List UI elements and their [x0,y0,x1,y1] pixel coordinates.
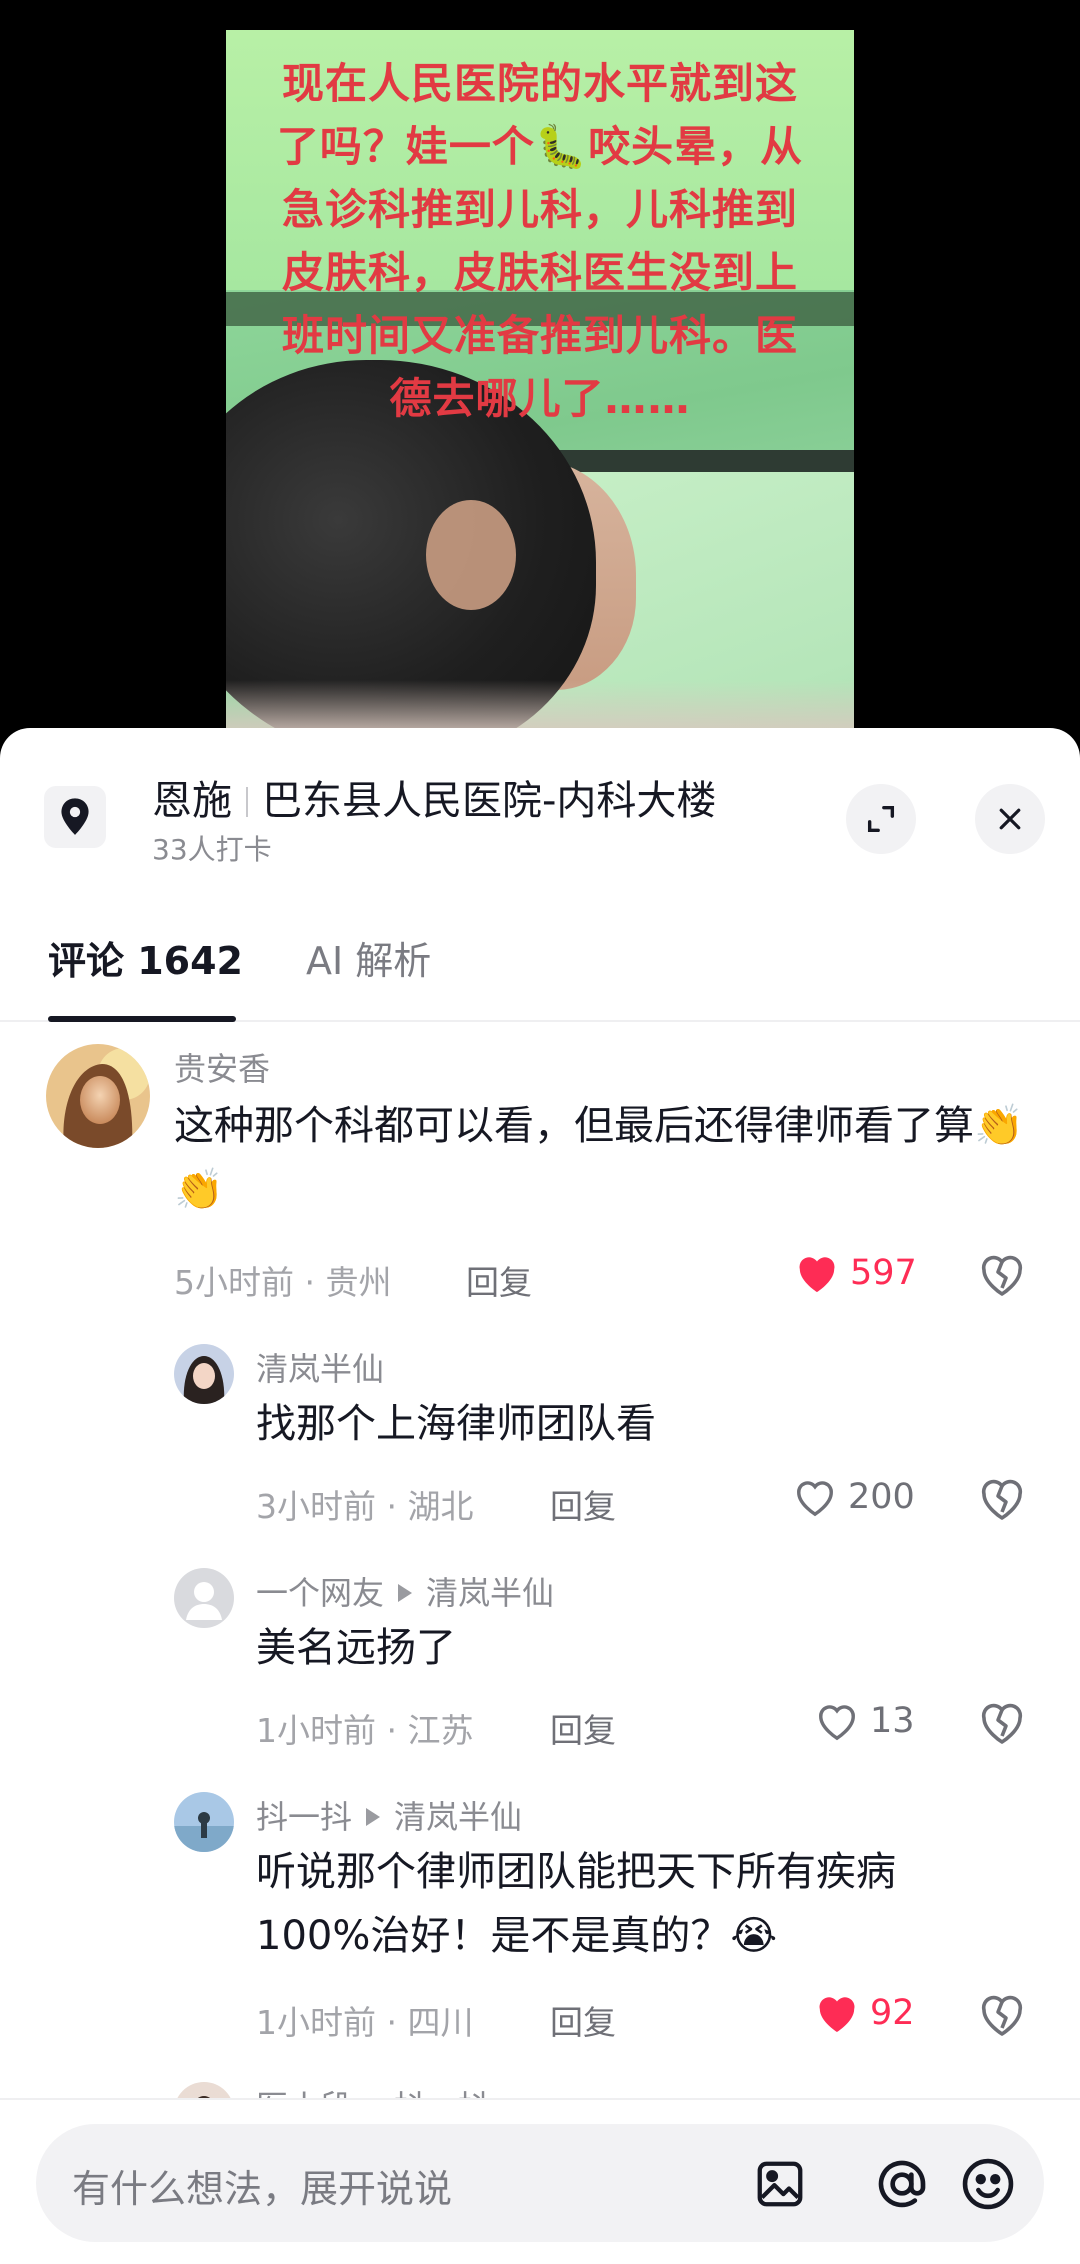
reply-arrow-icon [398,1584,413,1602]
like-button[interactable]: 597 [794,1252,917,1294]
comment-region: 四川 [407,2003,474,2042]
like-count: 92 [870,1993,915,2033]
comment-meta: 1小时前 · 四川 [256,2003,474,2042]
comment-input[interactable]: 有什么想法，展开说说 [36,2124,1044,2242]
tab-ai-analysis[interactable]: AI 解析 [306,930,431,985]
comment-region: 贵州 [325,1263,392,1302]
location-place: 巴东县人民医院-内科大楼 [262,778,717,824]
comment-author-name: 一个网友 [256,1574,385,1612]
location-header[interactable]: 恩施 巴东县人民医院-内科大楼 33人打卡 [0,728,1080,878]
comment-region: 江苏 [407,1711,474,1750]
like-count: 200 [848,1477,915,1517]
reply-arrow-icon [366,1808,381,1826]
image-icon [757,2161,803,2207]
reply-button[interactable]: 回复 [466,1256,532,1304]
broken-heart-icon[interactable] [978,1992,1026,2040]
comment-meta: 5小时前 · 贵州 [174,1263,392,1302]
reply-button[interactable]: 回复 [550,1480,616,1528]
like-button[interactable]: 200 [792,1476,915,1518]
mention-button[interactable] [870,2152,934,2216]
like-button[interactable]: 92 [814,1992,915,2034]
at-icon [878,2160,926,2208]
broken-heart-icon[interactable] [978,1476,1026,1524]
video-frame: 现在人民医院的水平就到这了吗？娃一个🐛咬头晕，从急诊科推到儿科，儿科推到皮肤科，… [226,30,854,740]
reply-button[interactable]: 回复 [550,1704,616,1752]
expand-icon [867,805,895,833]
comment-text: 这种那个科都可以看，但最后还得律师看了算👏👏 [174,1103,1024,1213]
comment-author[interactable]: 一个网友 清岚半仙 [256,1568,554,1614]
heart-icon [797,1481,833,1517]
comment-text: 美名远扬了 [256,1625,456,1671]
comment-time: 1小时前 [256,2003,376,2042]
comment-input-placeholder: 有什么想法，展开说说 [72,2167,453,2211]
reply-button[interactable]: 回复 [550,1996,616,2044]
heart-icon [819,1997,855,2033]
reply-target: 清岚半仙 [394,1798,523,1836]
location-pin-icon [44,786,106,848]
avatar[interactable] [174,1568,234,1628]
like-button[interactable]: 13 [814,1700,915,1742]
like-count: 597 [850,1253,917,1293]
comment-author[interactable]: 贵安香 [174,1044,270,1090]
comment-sheet: 恩施 巴东县人民医院-内科大楼 33人打卡 评论 1642 AI 解析 贵安香 … [0,728,1080,2264]
comment-time: 3小时前 [256,1487,376,1526]
comment-author[interactable]: 清岚半仙 [256,1344,384,1390]
expand-button[interactable] [846,784,916,854]
comment-author[interactable]: 抖一抖 清岚半仙 [256,1792,522,1838]
emoji-icon [962,2158,1014,2210]
tab-active-indicator [48,1016,236,1022]
close-button[interactable] [975,784,1045,854]
comment-input-bar: 有什么想法，展开说说 [0,2098,1080,2264]
tab-bar: 评论 1642 AI 解析 [0,918,1080,1022]
comment-text: 找那个上海律师团队看 [256,1401,656,1447]
reply-target: 清岚半仙 [426,1574,555,1612]
comment-meta: 1小时前 · 江苏 [256,1711,474,1750]
comment-text: 听说那个律师团队能把天下所有疾病100%治好！是不是真的？😭 [256,1849,896,1959]
close-icon [999,808,1021,830]
video-player[interactable]: 现在人民医院的水平就到这了吗？娃一个🐛咬头晕，从急诊科推到儿科，儿科推到皮肤科，… [0,0,1080,740]
broken-heart-icon[interactable] [978,1252,1026,1300]
avatar[interactable] [46,1044,150,1148]
image-button[interactable] [748,2152,812,2216]
video-ear [426,500,516,610]
broken-heart-icon[interactable] [978,1700,1026,1748]
checkin-count: 33人打卡 [152,833,272,866]
comment-region: 湖北 [407,1487,474,1526]
comment-meta: 3小时前 · 湖北 [256,1487,474,1526]
tab-comments[interactable]: 评论 1642 [48,930,243,985]
location-title[interactable]: 恩施 巴东县人民医院-内科大楼 [152,768,716,826]
emoji-button[interactable] [956,2152,1020,2216]
comment-time: 1小时前 [256,1711,376,1750]
location-city: 恩施 [152,778,232,824]
comment-time: 5小时前 [174,1263,294,1302]
avatar[interactable] [174,1792,234,1852]
heart-icon [799,1257,835,1293]
avatar[interactable] [174,1344,234,1404]
video-caption: 现在人民医院的水平就到这了吗？娃一个🐛咬头晕，从急诊科推到儿科，儿科推到皮肤科，… [276,59,804,423]
comment-author-name: 抖一抖 [256,1798,353,1836]
like-count: 13 [870,1701,915,1741]
divider [246,787,248,817]
heart-icon [819,1705,855,1741]
